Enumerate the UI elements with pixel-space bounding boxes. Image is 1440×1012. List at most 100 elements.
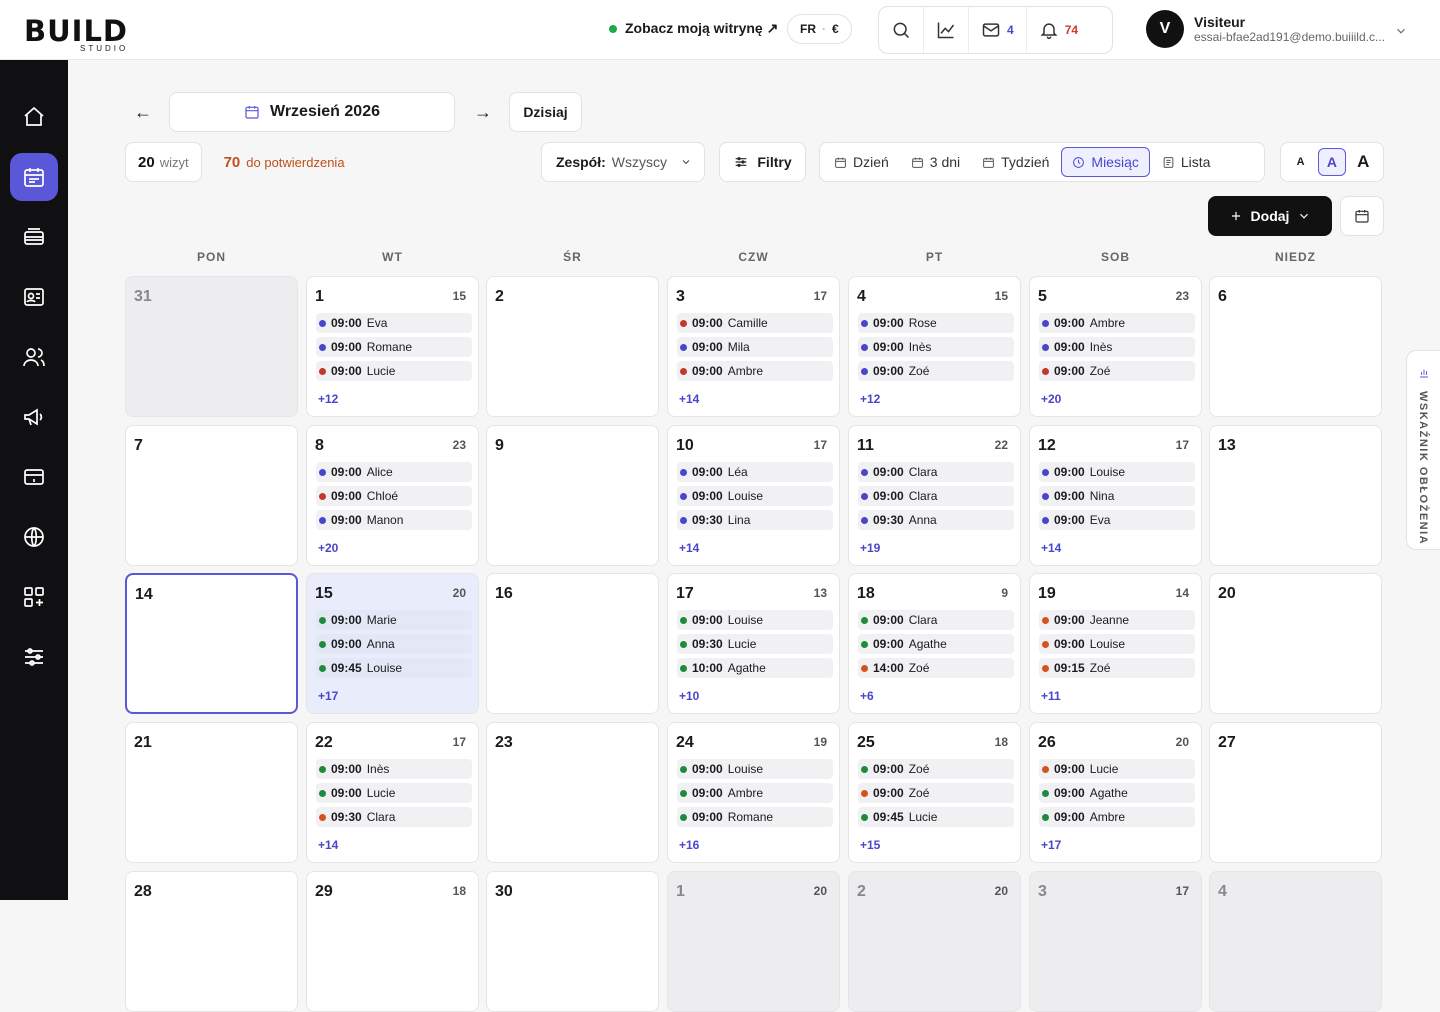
day-cell[interactable]: 26 20 09:00 Lucie 09:00 Agathe 09:00 Ambre +17 <box>1029 722 1202 863</box>
appointment-item[interactable]: 09:00 Eva <box>1039 510 1195 530</box>
appointment-item[interactable]: 09:00 Louise <box>677 486 833 506</box>
day-cell[interactable]: 16 <box>486 573 659 714</box>
search-button[interactable] <box>879 7 924 53</box>
view-list[interactable]: Lista <box>1152 147 1221 177</box>
day-cell[interactable]: 4 <box>1209 871 1382 1012</box>
day-cell[interactable]: 5 23 09:00 Ambre 09:00 Inès 09:00 Zoé +20 <box>1029 276 1202 417</box>
next-month-button[interactable]: → <box>474 102 492 123</box>
more-appointments-link[interactable]: +14 <box>318 838 338 852</box>
sidebar-item-clients[interactable] <box>10 273 58 321</box>
view-day[interactable]: Dzień <box>824 147 899 177</box>
day-cell[interactable]: 11 22 09:00 Clara 09:00 Clara 09:30 Anna +19 <box>848 425 1021 566</box>
appointment-item[interactable]: 09:45 Louise <box>316 658 472 678</box>
appointment-item[interactable]: 09:00 Louise <box>677 610 833 630</box>
day-cell[interactable]: 15 20 09:00 Marie 09:00 Anna 09:45 Louise +17 <box>306 573 479 714</box>
day-cell[interactable]: 30 <box>486 871 659 1012</box>
appointment-item[interactable]: 09:00 Lucie <box>316 361 472 381</box>
day-cell[interactable]: 21 <box>125 722 298 863</box>
day-cell[interactable]: 9 <box>486 425 659 566</box>
appointment-item[interactable]: 09:00 Romane <box>316 337 472 357</box>
more-appointments-link[interactable]: +14 <box>679 541 699 555</box>
today-button[interactable]: Dzisiaj <box>509 92 582 132</box>
language-currency-selector[interactable]: FR · € <box>787 14 852 44</box>
appointment-item[interactable]: 09:00 Zoé <box>858 361 1014 381</box>
appointment-item[interactable]: 09:00 Alice <box>316 462 472 482</box>
day-cell[interactable]: 25 18 09:00 Zoé 09:00 Zoé 09:45 Lucie +15 <box>848 722 1021 863</box>
more-appointments-link[interactable]: +20 <box>1041 392 1061 406</box>
appointment-item[interactable]: 09:00 Camille <box>677 313 833 333</box>
appointment-item[interactable]: 09:00 Anna <box>316 634 472 654</box>
day-cell[interactable]: 2 20 <box>848 871 1021 1012</box>
appointment-item[interactable]: 09:00 Mila <box>677 337 833 357</box>
appointment-item[interactable]: 09:00 Zoé <box>858 759 1014 779</box>
appointment-item[interactable]: 09:00 Louise <box>1039 634 1195 654</box>
day-cell[interactable]: 3 17 <box>1029 871 1202 1012</box>
messages-button[interactable]: 4 <box>969 7 1027 53</box>
day-cell[interactable]: 19 14 09:00 Jeanne 09:00 Louise 09:15 Zoé +11 <box>1029 573 1202 714</box>
day-cell[interactable]: 7 <box>125 425 298 566</box>
appointment-item[interactable]: 09:00 Ambre <box>677 783 833 803</box>
more-appointments-link[interactable]: +11 <box>1041 689 1061 703</box>
day-cell[interactable]: 23 <box>486 722 659 863</box>
day-cell[interactable]: 13 <box>1209 425 1382 566</box>
occupancy-indicator-tab[interactable]: WSKAŹNIK OBŁOŻENIA <box>1406 350 1440 550</box>
font-size-small[interactable]: A <box>1287 148 1315 176</box>
more-appointments-link[interactable]: +6 <box>860 689 874 703</box>
appointment-item[interactable]: 09:00 Lucie <box>1039 759 1195 779</box>
day-cell[interactable]: 4 15 09:00 Rose 09:00 Inès 09:00 Zoé +12 <box>848 276 1021 417</box>
appointment-item[interactable]: 09:00 Rose <box>858 313 1014 333</box>
sidebar-item-website[interactable] <box>10 513 58 561</box>
sidebar-item-home[interactable] <box>10 93 58 141</box>
day-cell[interactable]: 12 17 09:00 Louise 09:00 Nina 09:00 Eva +14 <box>1029 425 1202 566</box>
appointment-item[interactable]: 09:30 Lina <box>677 510 833 530</box>
more-appointments-link[interactable]: +12 <box>318 392 338 406</box>
appointment-item[interactable]: 09:00 Ambre <box>1039 807 1195 827</box>
appointment-item[interactable]: 09:00 Marie <box>316 610 472 630</box>
appointment-item[interactable]: 09:00 Chloé <box>316 486 472 506</box>
day-cell[interactable]: 1 15 09:00 Eva 09:00 Romane 09:00 Lucie +12 <box>306 276 479 417</box>
pending-stat[interactable]: 70 do potwierdzenia <box>202 154 345 171</box>
appointment-item[interactable]: 09:00 Lucie <box>316 783 472 803</box>
day-cell[interactable]: 6 <box>1209 276 1382 417</box>
view-site-link[interactable]: Zobacz moją witrynę ↗ <box>609 20 778 37</box>
appointment-item[interactable]: 09:00 Zoé <box>1039 361 1195 381</box>
brand-logo[interactable]: BUILD STUDIO <box>24 8 184 53</box>
sidebar-item-settings[interactable] <box>10 633 58 681</box>
view-week[interactable]: Tydzień <box>972 147 1059 177</box>
day-cell[interactable]: 14 <box>125 573 298 714</box>
font-size-large[interactable]: A <box>1349 148 1377 176</box>
sidebar-item-calendar[interactable] <box>10 153 58 201</box>
user-menu[interactable]: V Visiteur essai-bfae2ad191@demo.buiiild… <box>1146 10 1386 48</box>
sidebar-item-team[interactable] <box>10 333 58 381</box>
sidebar-item-payments[interactable] <box>10 453 58 501</box>
appointment-item[interactable]: 09:00 Agathe <box>858 634 1014 654</box>
appointment-item[interactable]: 09:00 Clara <box>858 486 1014 506</box>
appointment-item[interactable]: 09:45 Lucie <box>858 807 1014 827</box>
day-cell[interactable]: 2 <box>486 276 659 417</box>
appointment-item[interactable]: 14:00 Zoé <box>858 658 1014 678</box>
notifications-button[interactable]: 74 <box>1027 7 1090 53</box>
analytics-button[interactable] <box>924 7 969 53</box>
appointment-item[interactable]: 09:00 Manon <box>316 510 472 530</box>
prev-month-button[interactable]: ← <box>134 102 152 123</box>
appointment-item[interactable]: 09:00 Ambre <box>1039 313 1195 333</box>
appointment-item[interactable]: 09:00 Louise <box>677 759 833 779</box>
day-cell[interactable]: 29 18 <box>306 871 479 1012</box>
appointment-item[interactable]: 09:00 Eva <box>316 313 472 333</box>
appointment-item[interactable]: 09:00 Inès <box>316 759 472 779</box>
appointment-item[interactable]: 09:00 Inès <box>858 337 1014 357</box>
day-cell[interactable]: 18 9 09:00 Clara 09:00 Agathe 14:00 Zoé +6 <box>848 573 1021 714</box>
appointment-item[interactable]: 09:00 Léa <box>677 462 833 482</box>
day-cell[interactable]: 20 <box>1209 573 1382 714</box>
more-appointments-link[interactable]: +12 <box>860 392 880 406</box>
day-cell[interactable]: 8 23 09:00 Alice 09:00 Chloé 09:00 Manon +20 <box>306 425 479 566</box>
more-appointments-link[interactable]: +16 <box>679 838 699 852</box>
font-size-medium[interactable]: A <box>1317 148 1346 176</box>
day-cell[interactable]: 1 20 <box>667 871 840 1012</box>
filters-button[interactable]: Filtry <box>719 142 806 182</box>
appointment-item[interactable]: 09:00 Inès <box>1039 337 1195 357</box>
day-cell[interactable]: 3 17 09:00 Camille 09:00 Mila 09:00 Ambre +14 <box>667 276 840 417</box>
appointment-item[interactable]: 09:30 Clara <box>316 807 472 827</box>
day-cell[interactable]: 24 19 09:00 Louise 09:00 Ambre 09:00 Romane +16 <box>667 722 840 863</box>
add-button[interactable]: Dodaj <box>1208 196 1332 236</box>
